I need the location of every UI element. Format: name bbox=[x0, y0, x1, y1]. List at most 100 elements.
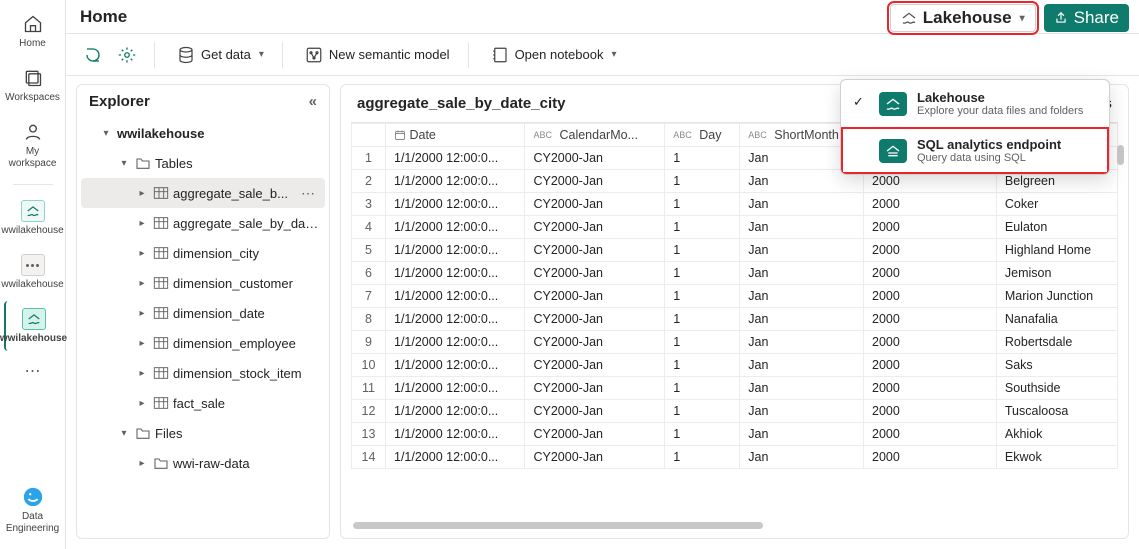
column-header[interactable]: ABC Day bbox=[665, 124, 740, 147]
cell: 1 bbox=[665, 354, 740, 377]
rail-home[interactable]: Home bbox=[4, 6, 62, 56]
menu-option-sql-endpoint[interactable]: SQL analytics endpoint Query data using … bbox=[841, 127, 1109, 174]
cell: Jan bbox=[740, 446, 864, 469]
cell: Ekwok bbox=[996, 446, 1117, 469]
tree-label: dimension_stock_item bbox=[173, 366, 319, 381]
chevron-right-icon: ▸ bbox=[135, 308, 149, 319]
tree-table-item[interactable]: ▸ dimension_date bbox=[81, 298, 325, 328]
cell: CY2000-Jan bbox=[525, 216, 665, 239]
tree-root[interactable]: ▾ wwilakehouse bbox=[81, 118, 325, 148]
get-data-label: Get data bbox=[201, 47, 251, 62]
column-header[interactable]: ABC CalendarMo... bbox=[525, 124, 665, 147]
cell: CY2000-Jan bbox=[525, 285, 665, 308]
cell: Nanafalia bbox=[996, 308, 1117, 331]
sql-endpoint-icon bbox=[879, 139, 907, 163]
horizontal-scrollbar[interactable] bbox=[353, 522, 1098, 532]
cell: Robertsdale bbox=[996, 331, 1117, 354]
table-row[interactable]: 91/1/2000 12:00:0...CY2000-Jan1Jan2000Ro… bbox=[352, 331, 1118, 354]
tree-table-item[interactable]: ▸ fact_sale bbox=[81, 388, 325, 418]
cell: 1/1/2000 12:00:0... bbox=[386, 400, 525, 423]
tree-table-item[interactable]: ▸ dimension_city bbox=[81, 238, 325, 268]
tree-table-item[interactable]: ▸ dimension_customer bbox=[81, 268, 325, 298]
cell: 2000 bbox=[864, 446, 997, 469]
rail-lakehouse-1[interactable]: wwilakehouse bbox=[4, 193, 62, 243]
cell: Jan bbox=[740, 285, 864, 308]
cell: 1 bbox=[665, 193, 740, 216]
cell: Southside bbox=[996, 377, 1117, 400]
table-row[interactable]: 31/1/2000 12:00:0...CY2000-Jan1Jan2000Co… bbox=[352, 193, 1118, 216]
tree-label: Tables bbox=[155, 156, 319, 171]
cell: 1 bbox=[665, 147, 740, 170]
cell: CY2000-Jan bbox=[525, 170, 665, 193]
cell: 2000 bbox=[864, 239, 997, 262]
tree-table-item[interactable]: ▸ dimension_stock_item bbox=[81, 358, 325, 388]
tree-table-item[interactable]: ▸ dimension_employee bbox=[81, 328, 325, 358]
collapse-explorer-button[interactable]: « bbox=[309, 93, 317, 110]
new-semantic-model-button[interactable]: New semantic model bbox=[301, 42, 454, 68]
rail-lakehouse-3[interactable]: wwilakehouse bbox=[4, 301, 62, 351]
option-title: Lakehouse bbox=[917, 90, 1083, 105]
rail-lakehouse-2[interactable]: wwilakehouse bbox=[4, 247, 62, 297]
cell: 1 bbox=[665, 216, 740, 239]
cell: 2000 bbox=[864, 216, 997, 239]
folder-icon bbox=[135, 426, 151, 440]
table-row[interactable]: 141/1/2000 12:00:0...CY2000-Jan1Jan2000E… bbox=[352, 446, 1118, 469]
row-number: 3 bbox=[352, 193, 386, 216]
grid-scroll[interactable]: DateABC CalendarMo...ABC DayABC ShortMon… bbox=[351, 122, 1118, 528]
workspace-type-switcher[interactable]: Lakehouse ▾ bbox=[890, 4, 1036, 32]
rail-label: wwilakehouse bbox=[1, 225, 63, 237]
menu-option-lakehouse[interactable]: ✓ Lakehouse Explore your data files and … bbox=[841, 80, 1109, 127]
model-icon bbox=[305, 46, 323, 64]
more-button[interactable]: ⋯ bbox=[297, 185, 319, 202]
breadcrumb-bar: Home Lakehouse ▾ Share bbox=[66, 0, 1139, 34]
rail-more[interactable]: ⋯ bbox=[4, 355, 62, 387]
table-row[interactable]: 41/1/2000 12:00:0...CY2000-Jan1Jan2000Eu… bbox=[352, 216, 1118, 239]
cell: 1 bbox=[665, 170, 740, 193]
table-row[interactable]: 81/1/2000 12:00:0...CY2000-Jan1Jan2000Na… bbox=[352, 308, 1118, 331]
cell: 1/1/2000 12:00:0... bbox=[386, 331, 525, 354]
cell: 1 bbox=[665, 331, 740, 354]
table-row[interactable]: 131/1/2000 12:00:0...CY2000-Jan1Jan2000A… bbox=[352, 423, 1118, 446]
tree-table-item[interactable]: ▸ aggregate_sale_b... ⋯ bbox=[81, 178, 325, 208]
cell: CY2000-Jan bbox=[525, 423, 665, 446]
table-icon bbox=[153, 276, 169, 290]
home-icon bbox=[21, 12, 45, 36]
settings-button[interactable] bbox=[114, 42, 140, 68]
column-header[interactable]: Date bbox=[386, 124, 525, 147]
open-notebook-button[interactable]: Open notebook ▾ bbox=[487, 42, 621, 68]
tree-table-item[interactable]: ▸ aggregate_sale_by_date... bbox=[81, 208, 325, 238]
lakehouse-icon bbox=[21, 199, 45, 223]
share-button[interactable]: Share bbox=[1044, 4, 1129, 32]
workspace-type-menu: ✓ Lakehouse Explore your data files and … bbox=[840, 79, 1110, 175]
table-row[interactable]: 111/1/2000 12:00:0...CY2000-Jan1Jan2000S… bbox=[352, 377, 1118, 400]
rail-workspaces[interactable]: Workspaces bbox=[4, 60, 62, 110]
table-row[interactable]: 121/1/2000 12:00:0...CY2000-Jan1Jan2000T… bbox=[352, 400, 1118, 423]
cell: 2000 bbox=[864, 331, 997, 354]
cell: CY2000-Jan bbox=[525, 193, 665, 216]
rail-label: wwilakehouse bbox=[0, 333, 67, 345]
cell: Saks bbox=[996, 354, 1117, 377]
cell: 1 bbox=[665, 400, 740, 423]
table-row[interactable]: 61/1/2000 12:00:0...CY2000-Jan1Jan2000Je… bbox=[352, 262, 1118, 285]
tree-tables[interactable]: ▾ Tables bbox=[81, 148, 325, 178]
vertical-scrollbar[interactable] bbox=[1114, 145, 1124, 522]
refresh-button[interactable] bbox=[80, 42, 106, 68]
cell: CY2000-Jan bbox=[525, 331, 665, 354]
tree-folder-item[interactable]: ▸ wwi-raw-data bbox=[81, 448, 325, 478]
rail-myworkspace[interactable]: My workspace bbox=[4, 114, 62, 176]
cell: 1/1/2000 12:00:0... bbox=[386, 354, 525, 377]
get-data-button[interactable]: Get data ▾ bbox=[173, 42, 268, 68]
tree-files[interactable]: ▾ Files bbox=[81, 418, 325, 448]
rail-data-engineering[interactable]: Data Engineering bbox=[4, 479, 62, 541]
table-row[interactable]: 71/1/2000 12:00:0...CY2000-Jan1Jan2000Ma… bbox=[352, 285, 1118, 308]
gear-icon bbox=[118, 46, 136, 64]
cell: 1/1/2000 12:00:0... bbox=[386, 216, 525, 239]
chevron-down-icon: ▾ bbox=[259, 49, 264, 60]
cell: 1/1/2000 12:00:0... bbox=[386, 308, 525, 331]
cell: 2000 bbox=[864, 262, 997, 285]
tree-label: wwilakehouse bbox=[117, 126, 319, 141]
check-placeholder bbox=[853, 137, 869, 141]
table-row[interactable]: 101/1/2000 12:00:0...CY2000-Jan1Jan2000S… bbox=[352, 354, 1118, 377]
chevron-right-icon: ▸ bbox=[135, 278, 149, 289]
table-row[interactable]: 51/1/2000 12:00:0...CY2000-Jan1Jan2000Hi… bbox=[352, 239, 1118, 262]
